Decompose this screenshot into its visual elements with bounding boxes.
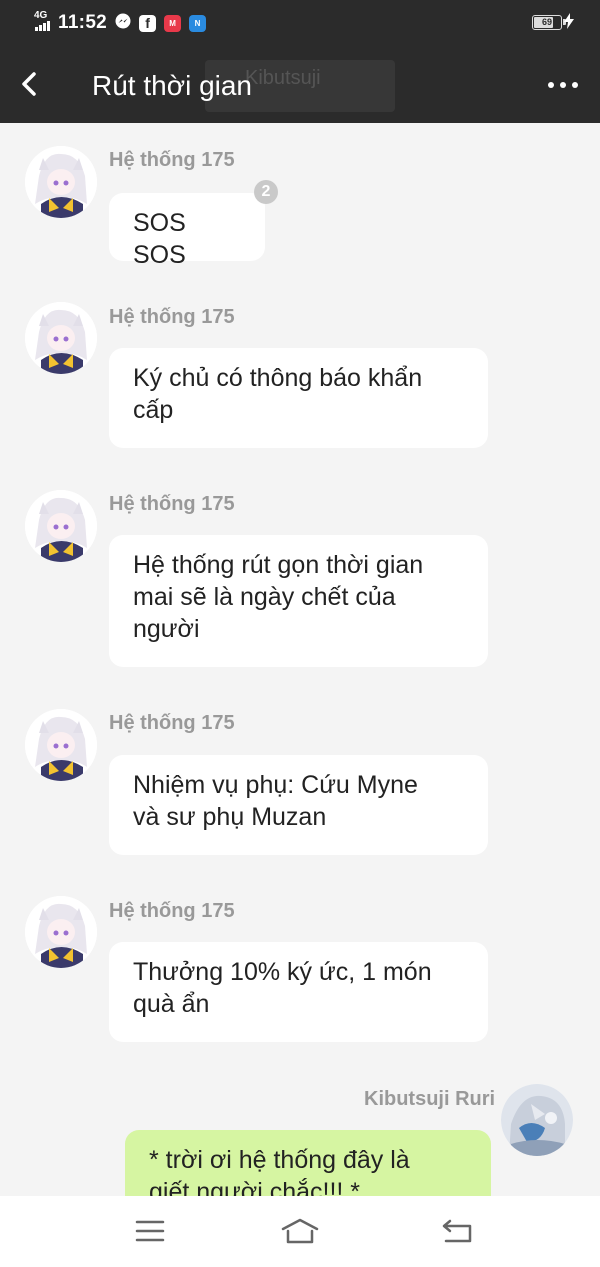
avatar-self[interactable] bbox=[501, 1084, 573, 1156]
novel-app-icon: N bbox=[189, 14, 207, 32]
battery-icon: 69 bbox=[532, 15, 566, 30]
menu-button[interactable] bbox=[134, 1218, 166, 1244]
message-text: cấp bbox=[133, 396, 174, 424]
system-nav-bar bbox=[0, 1196, 600, 1267]
sender-name: Hệ thống 175 bbox=[109, 149, 235, 171]
back-nav-button[interactable] bbox=[440, 1218, 474, 1244]
page-title: Rút thời gian bbox=[92, 70, 253, 101]
avatar[interactable] bbox=[25, 490, 97, 562]
message-text: * trời ơi hệ thống đây là bbox=[149, 1146, 410, 1174]
chevron-left-icon bbox=[22, 72, 36, 96]
message-text: quà ẩn bbox=[133, 990, 210, 1018]
sender-name: Hệ thống 175 bbox=[109, 712, 235, 734]
message-bubble[interactable]: Thưởng 10% ký ức, 1 món quà ẩn bbox=[109, 942, 488, 1042]
message-text: Ký chủ có thông báo khẩn bbox=[133, 364, 423, 392]
clock: 11:52 bbox=[58, 12, 108, 33]
avatar[interactable] bbox=[25, 709, 97, 781]
signal-icon: 4G bbox=[34, 10, 50, 33]
sender-name: Kibutsuji Ruri bbox=[364, 1088, 496, 1110]
message-text: mai sẽ là ngày chết của bbox=[133, 583, 396, 611]
message-bubble[interactable]: Ký chủ có thông báo khẩn cấp bbox=[109, 348, 488, 448]
message-text: người bbox=[133, 615, 200, 643]
mangatoon-icon: M bbox=[164, 14, 182, 32]
message-bubble[interactable]: SOS SOS bbox=[109, 193, 265, 269]
avatar[interactable] bbox=[25, 896, 97, 968]
sender-name: Hệ thống 175 bbox=[109, 900, 235, 922]
home-icon bbox=[281, 1218, 319, 1244]
sender-name: Hệ thống 175 bbox=[109, 493, 235, 515]
message-text: và sư phụ Muzan bbox=[133, 803, 327, 831]
message-bubble[interactable]: Hệ thống rút gọn thời gian mai sẽ là ngà… bbox=[109, 535, 488, 667]
message-text: Thưởng 10% ký ức, 1 món bbox=[133, 958, 432, 986]
menu-icon bbox=[135, 1220, 165, 1242]
network-type: 4G bbox=[34, 10, 48, 21]
unread-badge: 2 bbox=[254, 180, 278, 204]
facebook-icon: f bbox=[139, 14, 157, 32]
more-options-button[interactable] bbox=[548, 82, 578, 88]
message-text: SOS SOS bbox=[133, 209, 186, 269]
messenger-icon bbox=[115, 13, 131, 34]
back-button[interactable] bbox=[14, 64, 44, 104]
avatar[interactable] bbox=[25, 302, 97, 374]
message-text: Hệ thống rút gọn thời gian bbox=[133, 551, 424, 579]
status-bar: 4G 11:52 f M N 69 bbox=[0, 0, 600, 46]
charging-icon bbox=[564, 13, 574, 33]
message-bubble[interactable]: Nhiệm vụ phụ: Cứu Myne và sư phụ Muzan bbox=[109, 755, 488, 855]
chat-header: Kibutsuji Rút thời gian bbox=[0, 46, 600, 123]
avatar[interactable] bbox=[25, 146, 97, 218]
return-icon bbox=[442, 1219, 472, 1243]
home-button[interactable] bbox=[280, 1216, 320, 1246]
message-text: Nhiệm vụ phụ: Cứu Myne bbox=[133, 771, 418, 799]
sender-name: Hệ thống 175 bbox=[109, 306, 235, 328]
